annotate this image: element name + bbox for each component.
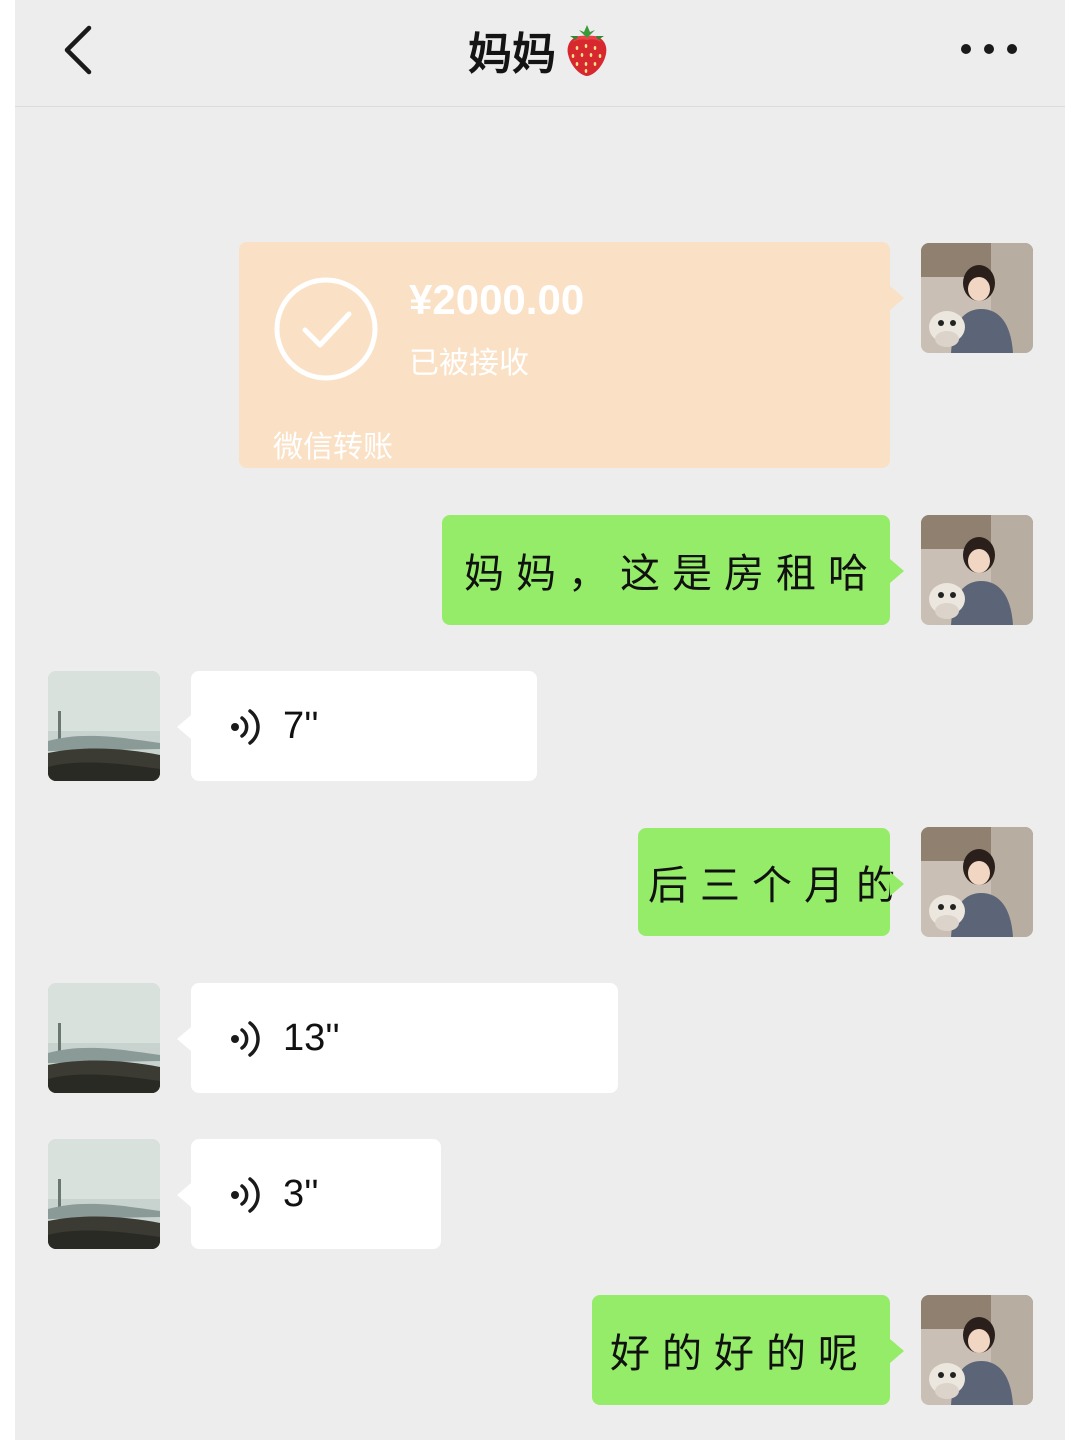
my-avatar[interactable] (921, 827, 1033, 937)
voice-duration: 7'' (283, 704, 319, 747)
more-options-button[interactable] (961, 34, 1017, 64)
transfer-card[interactable]: ¥2000.00 已被接收 微信转账 (239, 242, 904, 468)
voice-wave-icon (231, 1021, 260, 1057)
message-text: 后三个月的 (648, 863, 908, 909)
more-dots-icon (961, 44, 971, 54)
message-text: 妈妈，这是房租哈 (464, 551, 880, 597)
voice-duration: 13'' (283, 1016, 340, 1059)
contact-avatar[interactable] (48, 1139, 160, 1249)
voice-duration: 3'' (283, 1172, 319, 1215)
my-avatar[interactable] (921, 515, 1033, 625)
voice-message-bubble[interactable]: 7'' (177, 671, 537, 781)
message-bubble-sent[interactable]: 好的好的呢 (592, 1295, 904, 1405)
chat-screen: 妈妈 ¥2000.00 已被接收 微信转账 妈妈，这是房租哈 7'' 后三个月的… (15, 0, 1065, 1440)
chat-header: 妈妈 (15, 0, 1065, 107)
message-bubble-sent[interactable]: 妈妈，这是房租哈 (442, 515, 904, 625)
strawberry-icon (567, 25, 607, 76)
voice-wave-icon (231, 709, 260, 745)
chat-title: 妈妈 (468, 29, 556, 80)
transfer-footer-label: 微信转账 (273, 430, 393, 465)
transfer-amount: ¥2000.00 (409, 276, 585, 323)
voice-wave-icon (231, 1177, 260, 1213)
my-avatar[interactable] (921, 243, 1033, 353)
chat-title-area: 妈妈 (15, 18, 1065, 82)
contact-avatar[interactable] (48, 671, 160, 781)
transfer-status: 已被接收 (409, 346, 529, 381)
message-text: 好的好的呢 (610, 1331, 870, 1377)
voice-message-bubble[interactable]: 3'' (177, 1139, 441, 1249)
my-avatar[interactable] (921, 1295, 1033, 1405)
check-circle-icon (274, 277, 378, 381)
contact-avatar[interactable] (48, 983, 160, 1093)
message-bubble-sent[interactable]: 后三个月的 (638, 828, 908, 936)
voice-message-bubble[interactable]: 13'' (177, 983, 618, 1093)
